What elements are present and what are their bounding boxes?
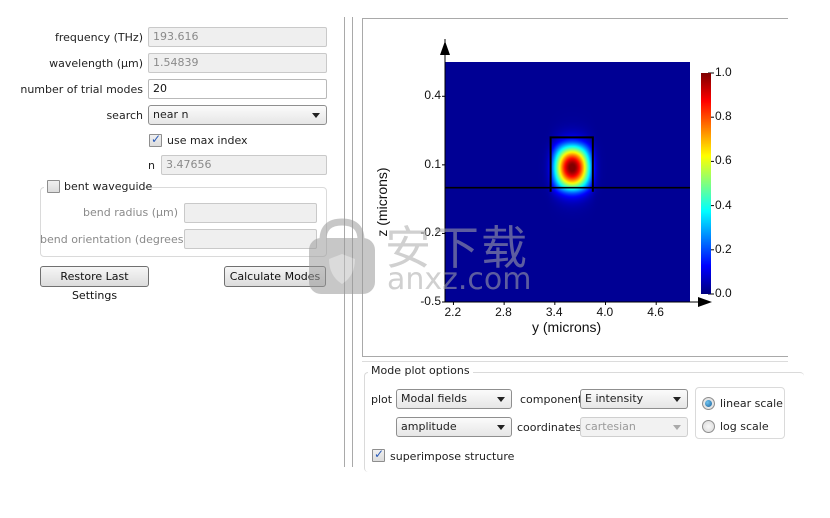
mode-plot[interactable]: 1.0 0.8 0.6 0.4 0.2 0.0 2.2 2.8 3.4 4.0 4.6 0.4 0.…: [362, 19, 788, 355]
x-axis-title: y (microns): [532, 319, 602, 335]
component-dropdown[interactable]: E intensity: [580, 389, 688, 409]
colorbar-tick-label: 0.2: [715, 241, 732, 256]
bend-orientation-field[interactable]: [184, 229, 317, 249]
x-tick-label: 4.0: [596, 305, 614, 319]
plot-label: plot: [371, 393, 393, 406]
coordinates-dropdown[interactable]: cartesian: [580, 417, 688, 437]
checkmark-icon: ✓: [151, 132, 162, 146]
use-max-index-checkbox[interactable]: ✓: [149, 132, 162, 147]
mode-plot-options-title: Mode plot options: [368, 364, 473, 377]
search-dropdown-value: near n: [153, 108, 189, 121]
trial-modes-field[interactable]: 20: [148, 79, 327, 99]
component-label: component: [520, 393, 583, 406]
bend-radius-field[interactable]: [184, 203, 317, 223]
log-scale-label: log scale: [720, 420, 769, 433]
chevron-down-icon: [312, 113, 320, 118]
chevron-down-icon: [673, 425, 681, 430]
calculate-modes-button[interactable]: Calculate Modes: [224, 266, 326, 287]
coordinates-label: coordinates: [517, 421, 582, 434]
y-tick-label: 0.4: [424, 88, 441, 103]
use-max-index-label: use max index: [167, 134, 248, 147]
colorbar-tick-label: 0.6: [715, 153, 732, 168]
search-dropdown[interactable]: near n: [148, 105, 327, 125]
x-axis-arrow-icon: [698, 297, 712, 307]
waveguide-core-outline: [549, 136, 594, 192]
splitter-left[interactable]: [344, 17, 345, 467]
x-tick-label: 3.4: [545, 305, 563, 319]
bent-waveguide-label: bent waveguide: [64, 180, 153, 193]
plot-type-dropdown[interactable]: Modal fields: [396, 389, 512, 409]
colorbar-tick-label: 0.0: [715, 286, 732, 300]
y-tick-label: -0.5: [420, 294, 441, 308]
linear-scale-radio[interactable]: [702, 397, 715, 410]
trial-modes-label: number of trial modes: [20, 83, 143, 96]
x-tick-label: 2.2: [444, 305, 462, 319]
chevron-down-icon: [497, 397, 505, 402]
part-value: amplitude: [401, 420, 457, 433]
frequency-field[interactable]: 193.616: [148, 27, 327, 47]
coordinates-value: cartesian: [585, 420, 636, 433]
splitter-right[interactable]: [352, 17, 353, 467]
y-axis-title: z (microns): [374, 167, 390, 237]
plot-type-value: Modal fields: [401, 392, 467, 405]
colorbar-tick-label: 0.8: [715, 109, 732, 124]
linear-scale-label: linear scale: [720, 397, 783, 410]
y-tick-label: -0.2: [420, 225, 441, 240]
frequency-label: frequency (THz): [54, 31, 143, 44]
n-field[interactable]: 3.47656: [161, 155, 327, 175]
colorbar-tick-label: 0.4: [715, 197, 732, 212]
options-frame-top: [362, 361, 788, 362]
chevron-down-icon: [673, 397, 681, 402]
log-scale-radio[interactable]: [702, 420, 715, 433]
restore-last-settings-button[interactable]: Restore Last Settings: [40, 266, 149, 302]
y-axis-arrow-icon: [440, 41, 450, 55]
part-dropdown[interactable]: amplitude: [396, 417, 512, 437]
colorbar: [701, 73, 711, 294]
x-tick-label: 2.8: [495, 305, 512, 319]
superimpose-structure-checkbox[interactable]: ✓: [372, 447, 385, 462]
y-tick-label: 0.1: [424, 156, 441, 171]
chevron-down-icon: [497, 425, 505, 430]
search-label: search: [106, 109, 143, 122]
bend-radius-label: bend radius (µm): [83, 206, 178, 219]
colorbar-tick-label: 1.0: [715, 65, 732, 79]
plot-frame-bottom: [362, 356, 788, 357]
bent-waveguide-checkbox[interactable]: [47, 180, 60, 193]
wavelength-field[interactable]: 1.54839: [148, 53, 327, 73]
x-tick-label: 4.6: [647, 305, 664, 319]
bend-orientation-label: bend orientation (degrees): [40, 233, 188, 246]
component-value: E intensity: [585, 392, 644, 405]
n-label: n: [148, 159, 155, 172]
superimpose-structure-label: superimpose structure: [390, 450, 515, 463]
checkmark-icon: ✓: [374, 447, 385, 461]
wavelength-label: wavelength (µm): [49, 57, 143, 70]
